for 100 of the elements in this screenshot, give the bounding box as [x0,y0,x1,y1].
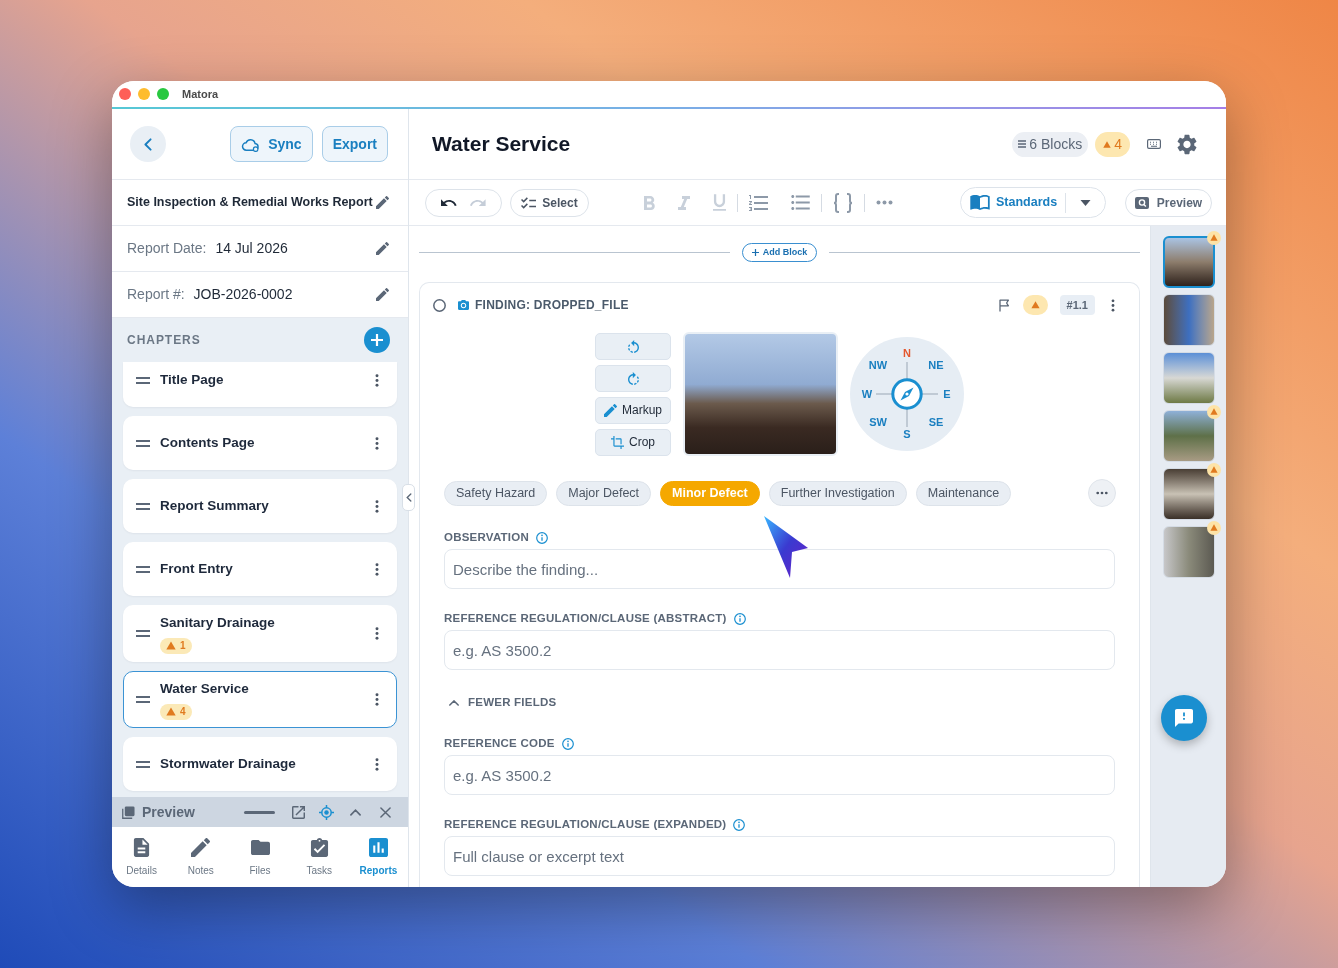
drag-handle-icon[interactable] [136,439,150,447]
chevron-left-icon [144,137,152,151]
add-block-button[interactable]: Add Block [741,243,818,262]
radio-button-icon[interactable] [433,298,446,312]
settings-icon[interactable] [1177,133,1197,155]
drag-handle-icon[interactable] [136,565,150,573]
target-icon[interactable] [319,804,334,820]
chapter-item[interactable]: Water Service 4 [123,671,397,728]
chapter-item[interactable]: Contents Page [123,416,397,470]
direction-label: SW [869,416,887,428]
tag-chip[interactable]: Further Investigation [768,480,907,506]
field-label: Report Date: [127,239,207,258]
more-icon[interactable] [876,200,893,205]
clipboard-check-icon [309,838,329,857]
kebab-menu-icon[interactable] [375,627,379,640]
pencil-icon[interactable] [376,242,389,255]
direction-label: E [943,388,951,400]
drag-handle-icon[interactable] [136,760,150,768]
drag-handle-icon[interactable] [136,630,150,637]
mouse-pointer-icon [762,514,810,580]
keyboard-icon[interactable] [1147,139,1161,149]
warning-icon [166,707,176,717]
nav-tab[interactable]: Notes [171,827,231,887]
chapter-title: Sanitary Drainage [160,614,276,633]
compass-dial[interactable] [850,337,964,451]
markup-button[interactable]: Markup [595,396,671,424]
nav-tab[interactable]: Files [230,827,290,887]
export-button[interactable]: Export [321,126,388,162]
thumbnail-placeholder[interactable] [1162,236,1215,288]
kebab-menu-icon[interactable] [375,499,379,513]
field-value: 14 Jul 2026 [215,239,288,258]
kebab-menu-icon[interactable] [1111,298,1115,312]
crop-button[interactable]: Crop [595,428,671,456]
block-number: #1.1 [1059,295,1095,315]
numbered-list-icon[interactable] [749,194,768,211]
sync-button[interactable]: Sync [230,126,313,162]
back-button[interactable] [130,126,166,162]
close-window-button[interactable] [119,88,131,100]
pencil-icon[interactable] [376,196,389,209]
report-title: Site Inspection & Remedial Works Report [127,194,373,212]
chevron-up-icon[interactable] [350,808,361,816]
tag-chip[interactable]: Major Defect [556,480,652,506]
external-link-icon[interactable] [292,805,305,819]
kebab-menu-icon[interactable] [375,562,379,576]
flag-icon[interactable] [998,298,1010,312]
text-field[interactable]: e.g. AS 3500.2 [444,630,1115,670]
kebab-menu-icon[interactable] [375,373,379,387]
nav-tab[interactable]: Tasks [289,827,349,887]
close-icon[interactable] [380,806,391,818]
direction-label: SE [928,416,944,428]
panel-title: Preview [142,802,195,822]
chat-bubble-icon [1175,709,1193,727]
drag-handle-icon[interactable] [136,696,150,703]
compass-icon [891,378,923,410]
bullet-list-icon[interactable] [791,195,810,210]
code-braces-icon[interactable] [833,192,853,213]
stacked-squares-icon [122,805,135,819]
chevron-up-icon [449,700,459,706]
document-icon [132,838,152,857]
tag-chip[interactable]: Maintenance [915,480,1012,506]
block-title: FINDING: DROPPED_FILE [475,297,629,314]
chapter-item[interactable]: Title Page [123,362,397,407]
nav-tab[interactable]: Reports [348,827,408,887]
add-chapter-button[interactable] [364,327,390,353]
chapter-item[interactable]: Front Entry [123,542,397,596]
field-label: OBSERVATION [444,530,529,546]
text-field[interactable]: e.g. AS 3500.2 [444,755,1115,795]
nav-tab[interactable]: Details [112,827,172,887]
pencil-icon [604,403,617,417]
info-icon[interactable] [733,613,746,625]
fewer-fields-button[interactable]: FEWER FIELDS [444,695,557,711]
standards-button[interactable]: Standards [970,193,1058,212]
info-icon[interactable] [733,819,746,831]
info-icon[interactable] [535,532,548,544]
info-icon[interactable] [561,738,574,750]
camera-icon [458,300,469,310]
resize-handle[interactable] [244,810,275,814]
chapter-title: Water Service [160,680,250,699]
text-field[interactable]: Full clause or excerpt text [444,836,1115,876]
chapter-item[interactable]: Stormwater Drainage [123,737,397,791]
folder-icon [250,838,270,857]
kebab-menu-icon[interactable] [375,436,379,450]
collapse-sidebar-button[interactable] [402,484,415,511]
chapter-item[interactable]: Sanitary Drainage 1 [123,605,397,662]
pencil-icon[interactable] [376,288,389,301]
plus-icon [751,249,759,256]
chevron-left-icon [405,493,412,502]
chapter-title: Title Page [160,370,225,389]
drag-handle-icon[interactable] [136,376,150,384]
kebab-menu-icon[interactable] [375,757,379,771]
chapter-title: Front Entry [160,559,234,578]
drag-handle-icon[interactable] [136,502,150,510]
undo-icon[interactable] [440,198,457,207]
text-field[interactable]: Describe the finding... [444,549,1115,589]
direction-label: N [903,347,911,359]
field-label: REFERENCE REGULATION/CLAUSE (EXPANDED) [444,817,727,833]
caret-down-icon[interactable] [1080,199,1091,206]
kebab-menu-icon[interactable] [375,693,379,706]
tag-chip[interactable]: Safety Hazard [444,480,548,506]
chapter-item[interactable]: Report Summary [123,479,397,533]
